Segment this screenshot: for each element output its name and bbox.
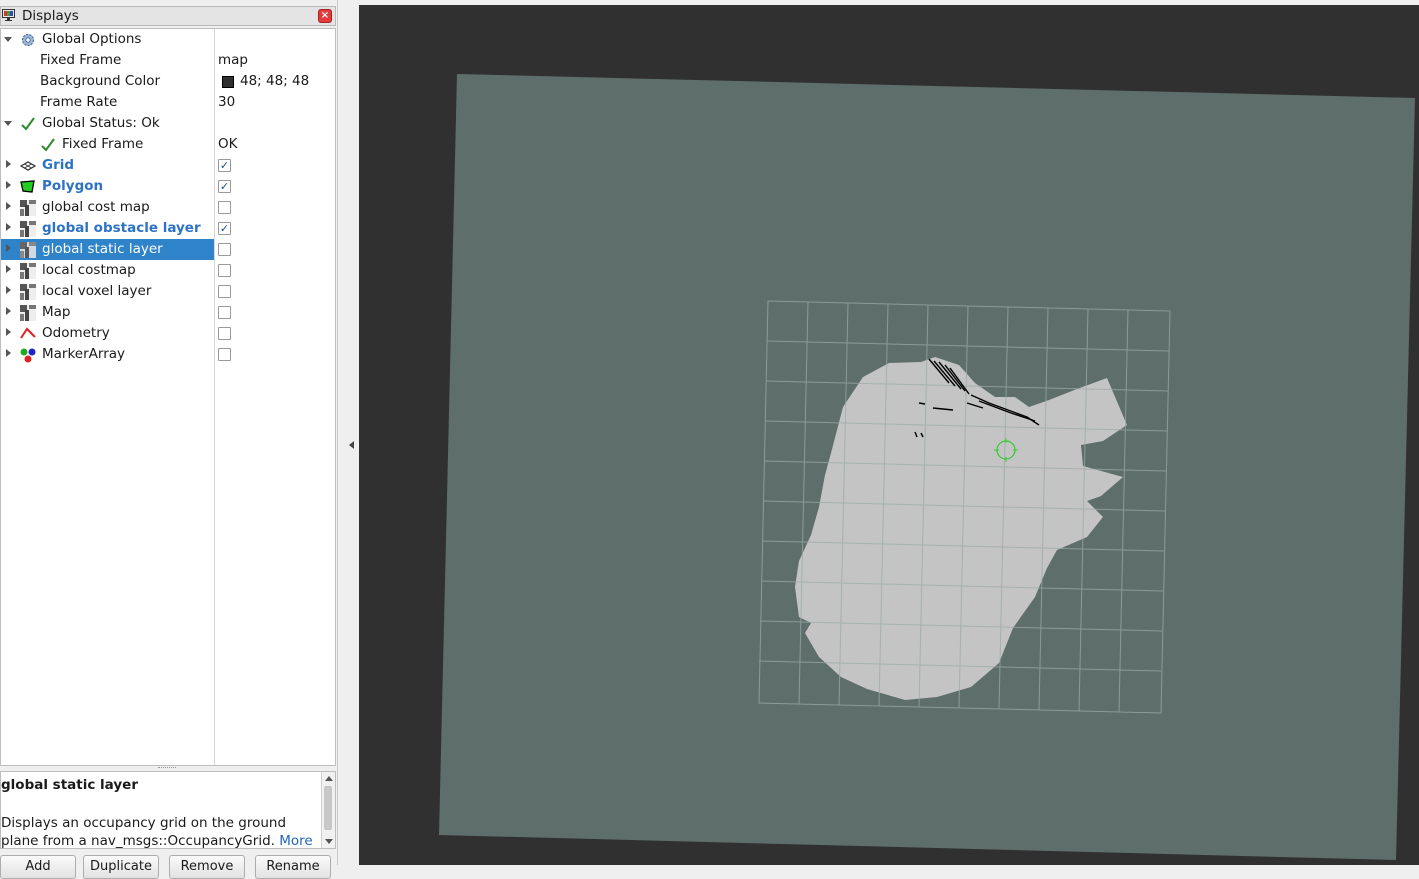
description-box: global static layer Displays an occupanc… — [0, 771, 336, 849]
tree-item-global-obstacle-layer[interactable]: global obstacle layer ✓ — [1, 218, 335, 239]
tree-item-label: global cost map — [42, 199, 150, 215]
tree-item-label: Global Status: Ok — [42, 115, 160, 131]
tree-item-polygon[interactable]: Polygon ✓ — [1, 176, 335, 197]
tree-item-label: Odometry — [42, 325, 110, 341]
enable-checkbox[interactable]: ✓ — [218, 180, 231, 193]
tree-item-odometry[interactable]: Odometry — [1, 323, 335, 344]
enable-checkbox[interactable]: ✓ — [218, 222, 231, 235]
tree-item-global-options[interactable]: Global Options — [1, 29, 335, 50]
panel-splitter[interactable] — [338, 0, 358, 865]
frame-rate-value[interactable]: 30 — [218, 94, 235, 110]
status-label: Fixed Frame — [62, 136, 144, 152]
background-color-value[interactable]: 48; 48; 48 — [240, 73, 309, 89]
description-scrollbar[interactable] — [321, 772, 335, 848]
expand-arrow-icon[interactable] — [4, 121, 12, 126]
tree-item-label: MarkerArray — [42, 346, 126, 362]
panel-title: Displays — [22, 8, 79, 24]
more-link[interactable]: More — [279, 833, 312, 848]
expand-arrow-icon[interactable] — [6, 265, 11, 273]
tree-item-grid[interactable]: Grid ✓ — [1, 155, 335, 176]
monitor-icon — [2, 9, 15, 21]
property-label: Fixed Frame — [40, 52, 122, 68]
map-icon — [20, 200, 36, 216]
tree-item-label: Global Options — [42, 31, 142, 47]
expand-arrow-icon[interactable] — [6, 349, 11, 357]
tree-item-global-static-layer[interactable]: global static layer — [1, 239, 335, 260]
property-label: Background Color — [40, 73, 161, 89]
scroll-down-icon[interactable] — [325, 839, 333, 844]
color-swatch[interactable] — [222, 76, 234, 88]
description-title: global static layer — [1, 777, 138, 793]
map-icon — [20, 284, 36, 300]
expand-arrow-icon[interactable] — [6, 307, 11, 315]
status-fixed-frame[interactable]: Fixed Frame OK — [1, 134, 335, 155]
duplicate-button[interactable]: Duplicate — [83, 855, 159, 879]
displays-panel: Displays × Global Options Fixed Frame ma… — [0, 0, 338, 879]
tree-item-local-voxel-layer[interactable]: local voxel layer — [1, 281, 335, 302]
grid-icon — [20, 161, 36, 171]
scene-svg — [439, 74, 1415, 860]
property-frame-rate[interactable]: Frame Rate 30 — [1, 92, 335, 113]
expand-arrow-icon[interactable] — [6, 181, 11, 189]
property-fixed-frame[interactable]: Fixed Frame map — [1, 50, 335, 71]
description-text: Displays an occupancy grid on the ground… — [1, 814, 316, 849]
add-button[interactable]: Add — [0, 855, 76, 879]
tree-item-label: local voxel layer — [42, 283, 152, 299]
tree-item-label: Polygon — [42, 178, 104, 194]
tree-item-label: local costmap — [42, 262, 136, 278]
close-panel-button[interactable]: × — [318, 9, 332, 23]
enable-checkbox[interactable] — [218, 348, 231, 361]
enable-checkbox[interactable] — [218, 285, 231, 298]
enable-checkbox[interactable] — [218, 327, 231, 340]
expand-arrow-icon[interactable] — [6, 328, 11, 336]
map-icon — [20, 221, 36, 237]
map-icon — [20, 242, 36, 258]
render-viewport[interactable] — [359, 5, 1419, 865]
displays-tree: Global Options Fixed Frame map Backgroun… — [0, 28, 336, 766]
checkmark-icon — [21, 117, 35, 131]
status-value: OK — [218, 136, 238, 152]
scroll-up-icon[interactable] — [325, 776, 333, 781]
close-icon: × — [320, 10, 330, 21]
rename-button[interactable]: Rename — [255, 855, 331, 879]
map-icon — [20, 263, 36, 279]
enable-checkbox[interactable] — [218, 243, 231, 256]
property-label: Frame Rate — [40, 94, 118, 110]
tree-item-global-status[interactable]: Global Status: Ok — [1, 113, 335, 134]
odometry-icon — [20, 327, 36, 339]
expand-arrow-icon[interactable] — [4, 37, 12, 42]
tree-item-local-costmap[interactable]: local costmap — [1, 260, 335, 281]
enable-checkbox[interactable] — [218, 201, 231, 214]
tree-item-label: global obstacle layer — [42, 220, 201, 236]
map-icon — [20, 305, 36, 321]
polygon-icon — [20, 180, 35, 193]
expand-arrow-icon[interactable] — [6, 160, 11, 168]
enable-checkbox[interactable]: ✓ — [218, 159, 231, 172]
checkmark-icon — [41, 138, 55, 152]
tree-item-label: Grid — [42, 157, 75, 173]
description-body: Displays an occupancy grid on the ground… — [1, 815, 287, 849]
tree-item-global-cost-map[interactable]: global cost map — [1, 197, 335, 218]
collapse-arrow-icon[interactable] — [349, 441, 354, 449]
tree-item-label: Map — [42, 304, 71, 320]
expand-arrow-icon[interactable] — [6, 286, 11, 294]
scroll-thumb[interactable] — [324, 786, 332, 830]
expand-arrow-icon[interactable] — [6, 202, 11, 210]
property-background-color[interactable]: Background Color 48; 48; 48 — [1, 71, 335, 92]
tree-item-marker-array[interactable]: MarkerArray — [1, 344, 335, 365]
expand-arrow-icon[interactable] — [6, 244, 11, 252]
remove-button[interactable]: Remove — [169, 855, 245, 879]
expand-arrow-icon[interactable] — [6, 223, 11, 231]
fixed-frame-value[interactable]: map — [218, 52, 248, 68]
tree-item-label: global static layer — [42, 241, 163, 257]
marker-array-icon — [20, 348, 36, 363]
gear-icon — [21, 33, 35, 47]
displays-panel-titlebar: Displays × — [0, 6, 336, 26]
enable-checkbox[interactable] — [218, 264, 231, 277]
tree-item-map[interactable]: Map — [1, 302, 335, 323]
enable-checkbox[interactable] — [218, 306, 231, 319]
